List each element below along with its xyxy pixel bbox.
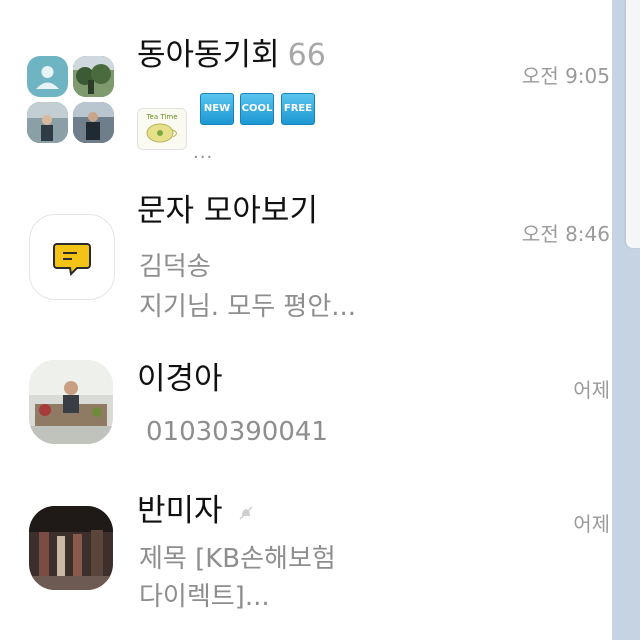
member-photo <box>73 102 114 143</box>
default-profile-icon <box>27 56 68 97</box>
chat-title-text: 반미자 <box>137 493 223 529</box>
chat-row-messages[interactable]: 문자 모아보기 오전 8:46 김덕송 지기님. 모두 평안... <box>0 190 612 338</box>
chat-time: 오전 9:05 <box>521 64 610 88</box>
chat-title: 이경아 <box>137 361 223 397</box>
chat-time: 어제 <box>573 512 610 536</box>
contact-avatar-photo <box>29 506 113 590</box>
member-count: 66 <box>287 38 326 73</box>
messages-avatar <box>29 214 115 300</box>
member-photo <box>27 102 68 143</box>
chat-title: 반미자 <box>137 496 254 527</box>
group-avatar <box>27 56 115 144</box>
cool-tag: COOL <box>240 93 274 125</box>
sticker-label: Tea Time <box>145 113 177 121</box>
chat-row-group[interactable]: 동아동기회 66 오전 9:05 Tea Time NEW COOL FREE .… <box>0 0 612 176</box>
message-bubble-icon <box>53 243 91 277</box>
free-tag: FREE <box>281 93 315 125</box>
message-preview-line1: 제목 [KB손해보험 <box>139 544 336 574</box>
chat-title: 동아동기회 66 <box>137 40 326 71</box>
chat-title-text: 동아동기회 <box>137 37 280 73</box>
scrollbar-thumb[interactable] <box>626 0 640 248</box>
message-preview: 01030390041 <box>146 417 328 447</box>
chat-list: 동아동기회 66 오전 9:05 Tea Time NEW COOL FREE .… <box>0 0 612 640</box>
chat-row-contact[interactable]: 이경아 어제 01030390041 <box>0 350 612 475</box>
chat-time: 어제 <box>573 378 610 402</box>
message-preview-line2: 다이렉트]... <box>139 582 270 612</box>
contact-avatar-photo <box>29 360 113 444</box>
member-photo <box>73 56 114 97</box>
message-preview: 지기님. 모두 평안... <box>139 292 357 322</box>
chat-time: 오전 8:46 <box>521 222 610 246</box>
chat-title: 문자 모아보기 <box>137 193 318 229</box>
new-tag: NEW <box>200 93 234 125</box>
tea-sticker-thumbnail: Tea Time <box>137 108 187 150</box>
message-preview: ... <box>193 142 214 163</box>
chat-row-contact[interactable]: 반미자 어제 제목 [KB손해보험 다이렉트]... <box>0 486 612 640</box>
message-sender: 김덕송 <box>139 252 211 282</box>
mute-bell-icon <box>239 505 253 520</box>
